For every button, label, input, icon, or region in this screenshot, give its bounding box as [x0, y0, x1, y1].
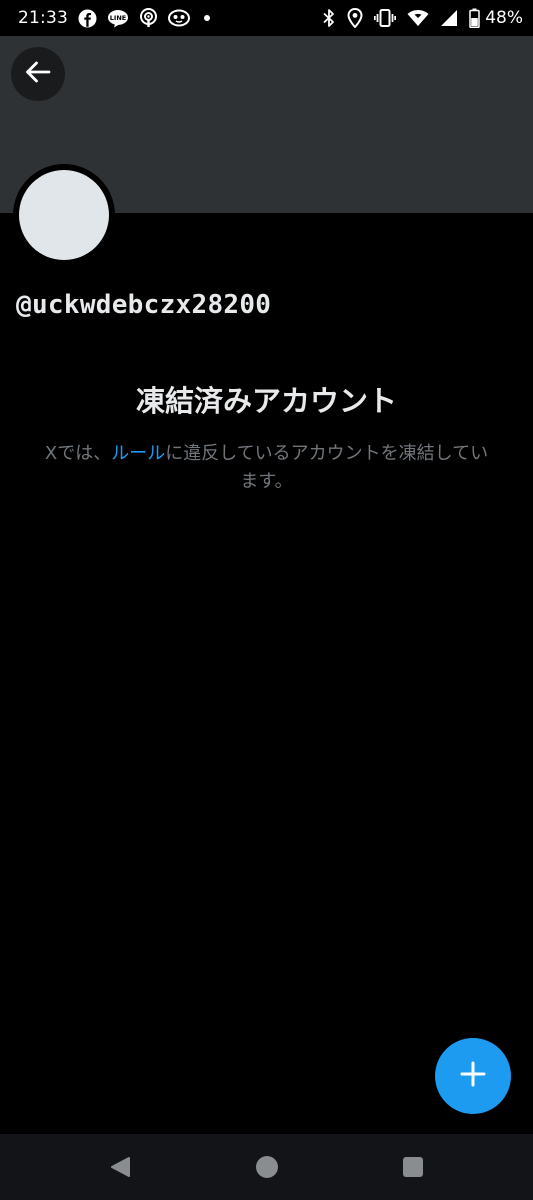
status-bar: 21:33 LINE 48%	[0, 0, 533, 36]
vibrate-icon	[374, 8, 397, 28]
username: @uckwdebczx28200	[16, 290, 272, 320]
nav-recents-icon[interactable]	[403, 1157, 423, 1177]
avatar[interactable]	[13, 164, 115, 266]
dot-icon	[200, 11, 214, 25]
bluetooth-icon	[322, 8, 336, 28]
podcast-icon	[139, 8, 158, 28]
description-text-after: に違反しているアカウントを凍結しています。	[165, 443, 489, 492]
svg-text:LINE: LINE	[110, 14, 126, 22]
status-right-icons: 48%	[322, 8, 523, 28]
back-button[interactable]	[11, 47, 65, 101]
game-icon	[168, 9, 190, 27]
rules-link[interactable]: ルール	[111, 443, 165, 464]
system-nav-bar	[0, 1134, 533, 1200]
plus-icon	[460, 1061, 486, 1091]
battery-icon	[469, 8, 480, 28]
suspended-title: 凍結済みアカウント	[135, 384, 397, 418]
compose-button[interactable]	[435, 1038, 511, 1114]
battery-percent: 48%	[485, 8, 523, 28]
arrow-left-icon	[25, 61, 51, 87]
nav-home-icon[interactable]	[256, 1156, 278, 1178]
location-icon	[347, 8, 363, 28]
screen: 21:33 LINE 48% @uckwdebczx28200 凍結済みアカウン…	[0, 0, 533, 1200]
description-text-before: Xでは、	[44, 443, 112, 464]
wifi-icon	[407, 9, 429, 27]
line-icon: LINE	[107, 9, 129, 28]
signal-icon	[440, 9, 458, 27]
status-left-icons: LINE	[78, 8, 214, 28]
avatar-image	[19, 170, 109, 260]
facebook-icon	[78, 9, 97, 28]
nav-back-icon[interactable]	[109, 1156, 131, 1182]
status-time: 21:33	[18, 8, 68, 28]
suspended-description: Xでは、ルールに違反しているアカウントを凍結しています。	[40, 440, 493, 496]
